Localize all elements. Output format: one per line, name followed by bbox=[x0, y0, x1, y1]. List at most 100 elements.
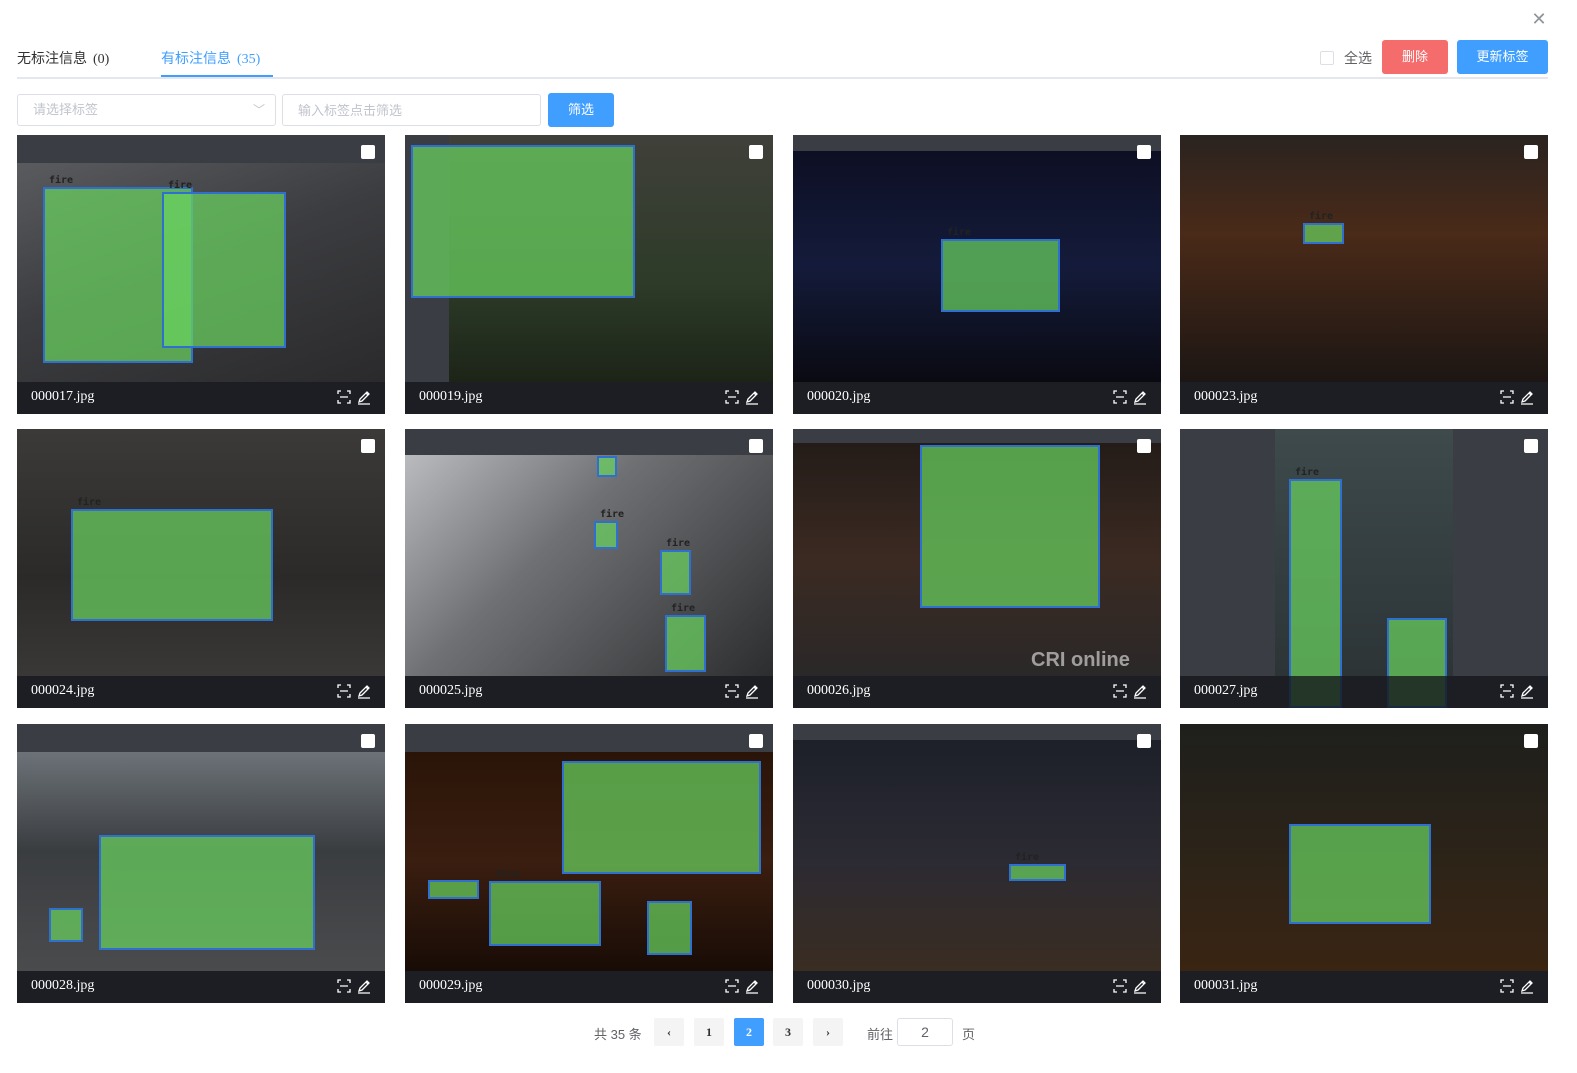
delete-button[interactable]: 删除 bbox=[1382, 40, 1448, 74]
scan-icon[interactable] bbox=[724, 683, 740, 699]
image-card[interactable]: 000019.jpg bbox=[405, 135, 773, 414]
annotation-box bbox=[660, 550, 691, 595]
image-footer: 000019.jpg bbox=[405, 382, 773, 414]
image-card[interactable]: fire 000027.jpg bbox=[1180, 429, 1548, 708]
image-card[interactable]: fire 000030.jpg bbox=[793, 724, 1161, 1003]
annotation-label: fire bbox=[1295, 467, 1320, 478]
image-card[interactable]: fire 000023.jpg bbox=[1180, 135, 1548, 414]
scan-icon[interactable] bbox=[336, 683, 352, 699]
image-card[interactable]: 000028.jpg bbox=[17, 724, 385, 1003]
image-card[interactable]: fire 000024.jpg bbox=[17, 429, 385, 708]
edit-icon[interactable] bbox=[1132, 389, 1148, 405]
image-card[interactable]: fire 000029.jpg bbox=[405, 724, 773, 1003]
image-select-checkbox[interactable] bbox=[1524, 439, 1538, 453]
image-footer: 000020.jpg bbox=[793, 382, 1161, 414]
goto-label: 前往 bbox=[867, 1027, 894, 1042]
scan-icon[interactable] bbox=[724, 389, 740, 405]
image-select-checkbox[interactable] bbox=[749, 439, 763, 453]
edit-icon[interactable] bbox=[356, 389, 372, 405]
image-filename: 000023.jpg bbox=[1194, 389, 1258, 404]
edit-icon[interactable] bbox=[744, 978, 760, 994]
edit-icon[interactable] bbox=[1519, 978, 1535, 994]
checkbox-box[interactable] bbox=[1320, 51, 1334, 65]
select-all-checkbox[interactable]: 全选 bbox=[1320, 48, 1372, 68]
tab-count: (0) bbox=[93, 52, 110, 67]
scan-icon[interactable] bbox=[724, 978, 740, 994]
watermark-text: CRI online bbox=[1031, 649, 1130, 671]
filter-button[interactable]: 筛选 bbox=[548, 93, 614, 127]
annotation-box bbox=[162, 192, 286, 348]
image-card[interactable]: 000031.jpg bbox=[1180, 724, 1548, 1003]
annotation-box bbox=[597, 456, 617, 477]
scan-icon[interactable] bbox=[1499, 978, 1515, 994]
tab-label: 无标注信息 bbox=[17, 50, 87, 66]
scan-icon[interactable] bbox=[1499, 389, 1515, 405]
image-card[interactable]: fire fire 000017.jpg bbox=[17, 135, 385, 414]
tab-unannotated[interactable]: 无标注信息 (0) bbox=[17, 48, 109, 77]
edit-icon[interactable] bbox=[1519, 389, 1535, 405]
annotation-box bbox=[1009, 864, 1066, 881]
image-filename: 000031.jpg bbox=[1194, 978, 1258, 993]
tab-annotated[interactable]: 有标注信息 (35) bbox=[161, 48, 260, 77]
annotation-box bbox=[1303, 223, 1344, 244]
image-card[interactable]: CRI online 000026.jpg bbox=[793, 429, 1161, 708]
annotation-box bbox=[665, 615, 706, 672]
image-select-checkbox[interactable] bbox=[749, 734, 763, 748]
annotation-label: fire bbox=[1015, 852, 1040, 863]
page-suffix: 页 bbox=[962, 1027, 976, 1042]
tab-count: (35) bbox=[237, 52, 261, 67]
image-select-checkbox[interactable] bbox=[361, 439, 375, 453]
tag-filter-input[interactable] bbox=[282, 94, 541, 126]
annotation-label: fire bbox=[666, 538, 691, 549]
scan-icon[interactable] bbox=[1112, 683, 1128, 699]
annotation-box bbox=[71, 509, 273, 621]
scan-icon[interactable] bbox=[336, 389, 352, 405]
annotation-label: fire bbox=[168, 180, 193, 191]
image-select-checkbox[interactable] bbox=[1524, 145, 1538, 159]
image-filename: 000027.jpg bbox=[1194, 683, 1258, 698]
annotation-label: fire bbox=[495, 869, 520, 880]
active-tab-indicator bbox=[161, 75, 273, 77]
page-1[interactable]: 1 bbox=[694, 1018, 724, 1046]
tab-label: 有标注信息 bbox=[161, 50, 231, 66]
scan-icon[interactable] bbox=[1112, 978, 1128, 994]
scan-icon[interactable] bbox=[1499, 683, 1515, 699]
image-select-checkbox[interactable] bbox=[361, 145, 375, 159]
image-footer: 000024.jpg bbox=[17, 676, 385, 708]
edit-icon[interactable] bbox=[1132, 683, 1148, 699]
image-select-checkbox[interactable] bbox=[361, 734, 375, 748]
image-footer: 000025.jpg bbox=[405, 676, 773, 708]
edit-icon[interactable] bbox=[356, 978, 372, 994]
image-card[interactable]: fire fire fire 000025.jpg bbox=[405, 429, 773, 708]
next-page-button[interactable]: › bbox=[813, 1018, 843, 1046]
annotation-box bbox=[411, 145, 635, 298]
goto-page-input[interactable] bbox=[897, 1018, 953, 1046]
scan-icon[interactable] bbox=[1112, 389, 1128, 405]
tag-select[interactable]: 请选择标签 ﹀ bbox=[17, 94, 276, 126]
scan-icon[interactable] bbox=[336, 978, 352, 994]
annotation-label: fire bbox=[49, 175, 74, 186]
image-select-checkbox[interactable] bbox=[1137, 145, 1151, 159]
tag-select-placeholder: 请选择标签 bbox=[33, 102, 99, 117]
close-icon[interactable]: ✕ bbox=[1528, 8, 1550, 30]
update-tags-button[interactable]: 更新标签 bbox=[1457, 40, 1548, 74]
image-select-checkbox[interactable] bbox=[749, 145, 763, 159]
page-3[interactable]: 3 bbox=[773, 1018, 803, 1046]
annotation-box bbox=[562, 761, 761, 874]
image-select-checkbox[interactable] bbox=[1137, 439, 1151, 453]
edit-icon[interactable] bbox=[744, 389, 760, 405]
page-2[interactable]: 2 bbox=[734, 1018, 764, 1046]
annotation-label: fire bbox=[947, 227, 972, 238]
edit-icon[interactable] bbox=[1519, 683, 1535, 699]
annotation-box bbox=[647, 901, 692, 955]
tabs: 无标注信息 (0) 有标注信息 (35) bbox=[17, 38, 1548, 79]
edit-icon[interactable] bbox=[356, 683, 372, 699]
image-footer: 000023.jpg bbox=[1180, 382, 1548, 414]
image-card[interactable]: fire 000020.jpg bbox=[793, 135, 1161, 414]
edit-icon[interactable] bbox=[1132, 978, 1148, 994]
image-select-checkbox[interactable] bbox=[1137, 734, 1151, 748]
image-select-checkbox[interactable] bbox=[1524, 734, 1538, 748]
edit-icon[interactable] bbox=[744, 683, 760, 699]
image-footer: 000030.jpg bbox=[793, 971, 1161, 1003]
prev-page-button[interactable]: ‹ bbox=[654, 1018, 684, 1046]
